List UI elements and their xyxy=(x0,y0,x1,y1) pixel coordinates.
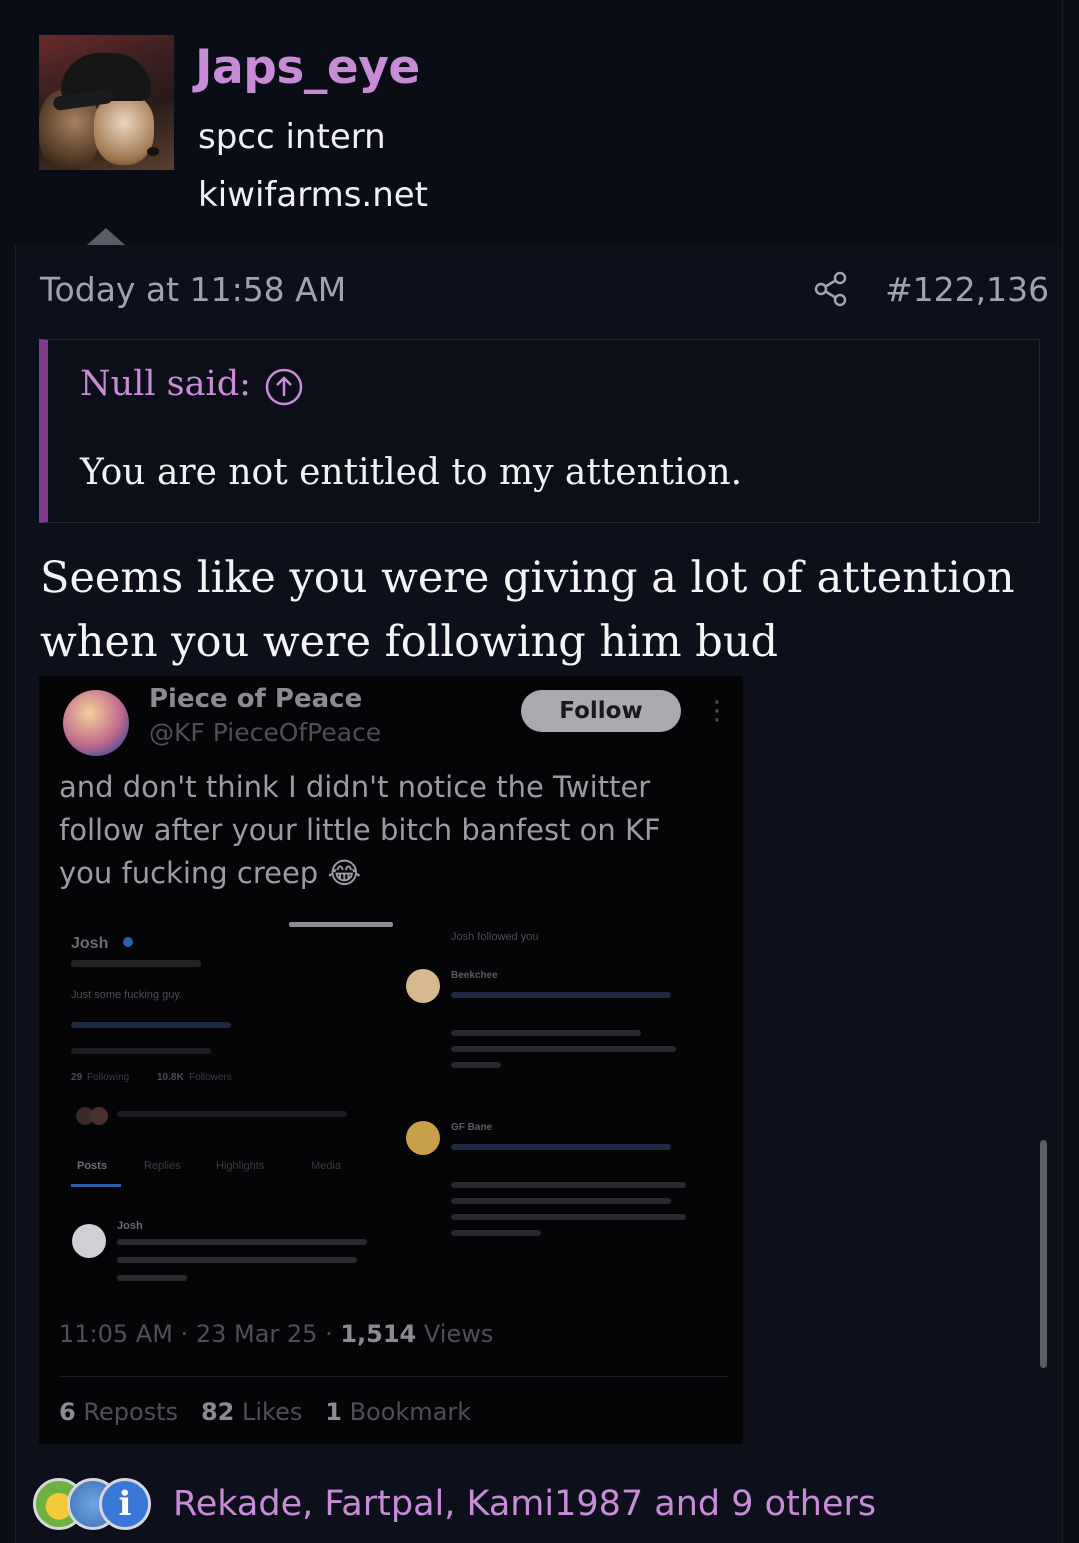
user-site: kiwifarms.net xyxy=(198,175,429,215)
inner-followers-label: Followers xyxy=(189,1072,232,1083)
inner-blur-line xyxy=(451,1230,541,1236)
quote-author[interactable]: Null said: xyxy=(80,364,251,404)
tweet-divider xyxy=(59,1376,729,1377)
inner-pinned-name: Josh xyxy=(117,1220,143,1232)
tweet-follow-button: Follow xyxy=(521,690,681,732)
post-number-link[interactable]: #122,136 xyxy=(885,270,1049,309)
embedded-screenshot[interactable]: Piece of Peace @KF PieceOfPeace Follow ⋮… xyxy=(39,676,743,1444)
reaction-users-link[interactable]: Rekade, Fartpal, Kami1987 and 9 others xyxy=(173,1484,876,1524)
tweet-bookmarks-count: 1 xyxy=(325,1398,342,1426)
inner-following-label: Following xyxy=(87,1072,129,1083)
inner-blur-line xyxy=(451,1182,686,1188)
inner-blur-line xyxy=(451,1144,671,1150)
avatar-nose xyxy=(147,147,159,156)
inner-blur-line xyxy=(117,1275,187,1281)
inner-blur-line xyxy=(71,1048,211,1054)
username-link[interactable]: Japs_eye xyxy=(195,40,420,95)
tweet-avatar xyxy=(63,690,129,756)
post-body: Seems like you were giving a lot of atte… xyxy=(40,553,1015,667)
inner-followers-count: 10.8K xyxy=(157,1072,184,1083)
tweet-text: and don't think I didn't notice the Twit… xyxy=(59,770,661,890)
inner-blur-line xyxy=(117,1111,347,1117)
tweet-meta: 11:05 AM · 23 Mar 25 · 1,514 Views xyxy=(59,1320,494,1348)
jump-to-quote-icon[interactable] xyxy=(265,368,303,406)
tweet-handle: @KF PieceOfPeace xyxy=(149,718,382,747)
more-options-icon: ⋮ xyxy=(704,696,730,726)
inner-follow-notice: Josh followed you xyxy=(451,931,538,943)
inner-tab-replies: Replies xyxy=(144,1160,181,1172)
inner-tab-media: Media xyxy=(311,1160,342,1172)
inner-blur-line xyxy=(451,1046,676,1052)
inner-blur-line xyxy=(451,1030,641,1036)
inner-reply2-name: GF Bane xyxy=(451,1122,493,1133)
tweet-views-label: Views xyxy=(423,1320,494,1348)
scrollbar[interactable] xyxy=(1040,1140,1047,1368)
tweet-likes-label: Likes xyxy=(241,1398,303,1426)
inner-follower-avatar xyxy=(90,1107,108,1125)
inner-blur-line xyxy=(451,992,671,998)
tweet-time: 11:05 AM xyxy=(59,1320,173,1348)
inner-blur-line xyxy=(451,1198,671,1204)
inner-blur-line xyxy=(451,1214,686,1220)
quote-block: Null said: You are not entitled to my at… xyxy=(39,339,1040,523)
inner-screenshot: Josh Just some fucking guy. 29 Following… xyxy=(71,922,686,1281)
inner-bio: Just some fucking guy. xyxy=(71,989,182,1001)
post-timestamp[interactable]: Today at 11:58 AM xyxy=(40,270,346,309)
inner-profile-name: Josh xyxy=(71,935,108,952)
tweet-reposts-count: 6 xyxy=(59,1398,76,1426)
inner-tab-indicator xyxy=(71,1184,121,1187)
info-icon: i xyxy=(99,1478,151,1530)
tweet-reposts-label: Reposts xyxy=(83,1398,179,1426)
tweet-display-name: Piece of Peace xyxy=(149,684,363,714)
inner-reply1-name: Beekchee xyxy=(451,970,498,981)
handle-bar xyxy=(289,922,393,927)
inner-blur-line xyxy=(451,1062,501,1068)
tweet-likes-count: 82 xyxy=(200,1398,235,1426)
verified-badge-icon xyxy=(123,937,133,947)
quote-text: You are not entitled to my attention. xyxy=(80,452,743,493)
inner-blur-line xyxy=(71,1022,231,1028)
inner-tab-highlights: Highlights xyxy=(216,1160,265,1172)
inner-pinned-avatar xyxy=(72,1224,106,1258)
inner-reply-avatar xyxy=(406,969,440,1003)
inner-tab-posts: Posts xyxy=(77,1160,107,1172)
inner-reply-avatar xyxy=(406,1121,440,1155)
tweet-stats: 6 Reposts 82 Likes 1 Bookmark xyxy=(59,1398,471,1426)
avatar-dog-face xyxy=(94,95,154,165)
inner-blur-line xyxy=(71,960,201,967)
tweet-bookmarks-label: Bookmark xyxy=(349,1398,472,1426)
tweet-views-count: 1,514 xyxy=(340,1320,417,1348)
avatar[interactable] xyxy=(39,35,174,170)
inner-blur-line xyxy=(117,1239,367,1245)
inner-blur-line xyxy=(117,1257,357,1263)
share-icon[interactable] xyxy=(812,270,850,308)
reactions-bar[interactable]: i Rekade, Fartpal, Kami1987 and 9 others xyxy=(33,1478,1043,1534)
inner-following-count: 29 xyxy=(71,1072,83,1083)
tweet-date: 23 Mar 25 xyxy=(195,1320,318,1348)
collapse-arrow-icon[interactable] xyxy=(87,228,125,245)
user-title: spcc intern xyxy=(198,117,386,157)
